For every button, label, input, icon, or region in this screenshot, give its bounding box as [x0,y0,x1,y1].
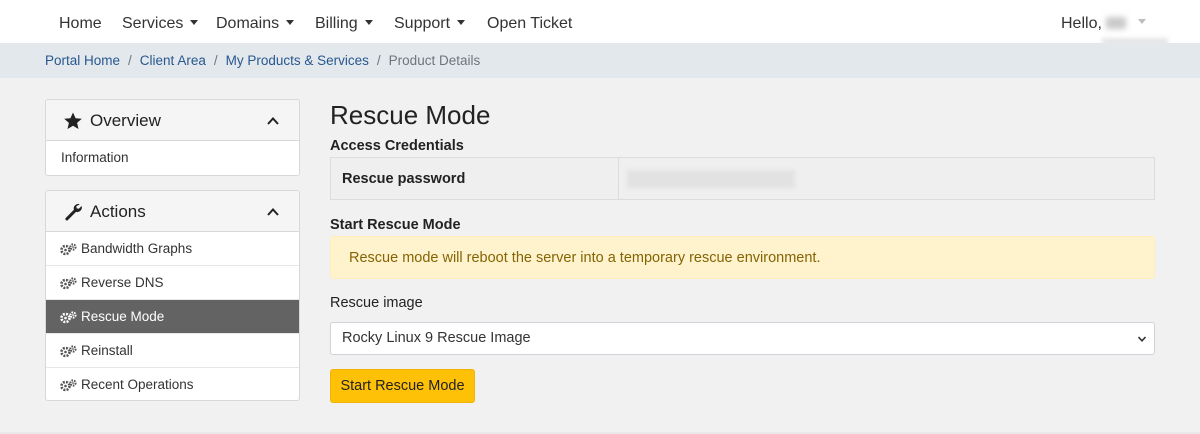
sidebar-item-bandwidth-graphs[interactable]: Bandwidth Graphs [46,232,299,266]
breadcrumb-my-products[interactable]: My Products & Services [226,53,369,68]
chevron-down-icon [1137,336,1147,342]
user-menu[interactable]: Hello, [1061,0,1146,43]
nav-domains-label: Domains [216,15,280,32]
overview-title: Overview [90,111,161,130]
start-rescue-heading: Start Rescue Mode [330,217,461,233]
user-greeting: Hello, [1061,15,1102,32]
breadcrumb-current: Product Details [388,53,481,68]
caret-down-icon [364,20,373,25]
sidebar-item-reinstall[interactable]: Reinstall [46,334,299,368]
sidebar-item-label: Information [61,150,129,165]
chevron-up-icon[interactable] [267,206,279,218]
gears-icon [60,345,77,358]
overview-panel: Overview Information [45,99,300,176]
nav-billing[interactable]: Billing [315,0,373,43]
nav-open-ticket[interactable]: Open Ticket [487,0,572,43]
sidebar-item-rescue-mode[interactable]: Rescue Mode [46,300,299,334]
rescue-image-label: Rescue image [330,295,423,311]
nav-home[interactable]: Home [59,0,102,43]
breadcrumb-separator: / [128,53,132,68]
breadcrumb: Portal Home / Client Area / My Products & Se… [45,43,480,78]
sidebar-item-label: Reverse DNS [81,275,164,290]
sidebar-item-label: Bandwidth Graphs [81,241,193,256]
nav-support[interactable]: Support [394,0,466,43]
start-rescue-mode-button[interactable]: Start Rescue Mode [330,369,475,403]
access-credentials-heading: Access Credentials [330,138,464,154]
sidebar-item-label: Rescue Mode [81,309,165,324]
redacted-username [1105,17,1126,29]
gears-icon [60,277,77,290]
breadcrumb-portal-home[interactable]: Portal Home [45,53,120,68]
star-icon [64,112,82,129]
gears-icon [60,311,77,324]
actions-title: Actions [90,202,146,221]
sidebar-item-information[interactable]: Information [46,141,299,175]
caret-down-icon [1137,19,1146,24]
sidebar-item-recent-operations[interactable]: Recent Operations [46,368,299,400]
actions-panel-header[interactable]: Actions [46,191,299,232]
nav-domains[interactable]: Domains [216,0,295,43]
actions-panel: Actions Bandwidth Graphs Reverse DNS Res… [45,190,300,401]
breadcrumb-bar: Portal Home / Client Area / My Products & Se… [0,43,1200,78]
top-navbar: Home Services Domains Billing Support Op… [0,0,1200,43]
caret-down-icon [457,20,466,25]
nav-billing-label: Billing [315,15,358,32]
rescue-password-label: Rescue password [342,171,466,187]
breadcrumb-separator: / [376,53,381,68]
nav-support-label: Support [394,15,451,32]
warning-alert: Rescue mode will reboot the server into … [330,236,1155,279]
caret-down-icon [190,20,199,25]
alert-text: Rescue mode will reboot the server into … [349,250,821,266]
caret-down-icon [286,20,295,25]
breadcrumb-client-area[interactable]: Client Area [140,53,206,68]
sidebar-item-reverse-dns[interactable]: Reverse DNS [46,266,299,300]
gears-icon [60,379,77,392]
page-title: Rescue Mode [330,100,491,130]
rescue-image-select[interactable]: Rocky Linux 9 Rescue Image [330,322,1155,355]
redacted-password-value [627,170,795,188]
credentials-table: Rescue password [330,157,1155,200]
gears-icon [60,243,77,256]
overview-panel-header[interactable]: Overview [46,100,299,141]
wrench-icon [65,203,82,221]
nav-open-ticket-label: Open Ticket [487,15,573,32]
table-divider [618,158,619,199]
chevron-up-icon[interactable] [267,115,279,127]
breadcrumb-separator: / [213,53,218,68]
nav-services-label: Services [122,15,184,32]
nav-services[interactable]: Services [122,0,199,43]
sidebar-item-label: Reinstall [81,343,133,358]
sidebar-item-label: Recent Operations [81,377,194,392]
rescue-image-selected-value: Rocky Linux 9 Rescue Image [342,330,531,346]
nav-home-label: Home [59,15,102,32]
